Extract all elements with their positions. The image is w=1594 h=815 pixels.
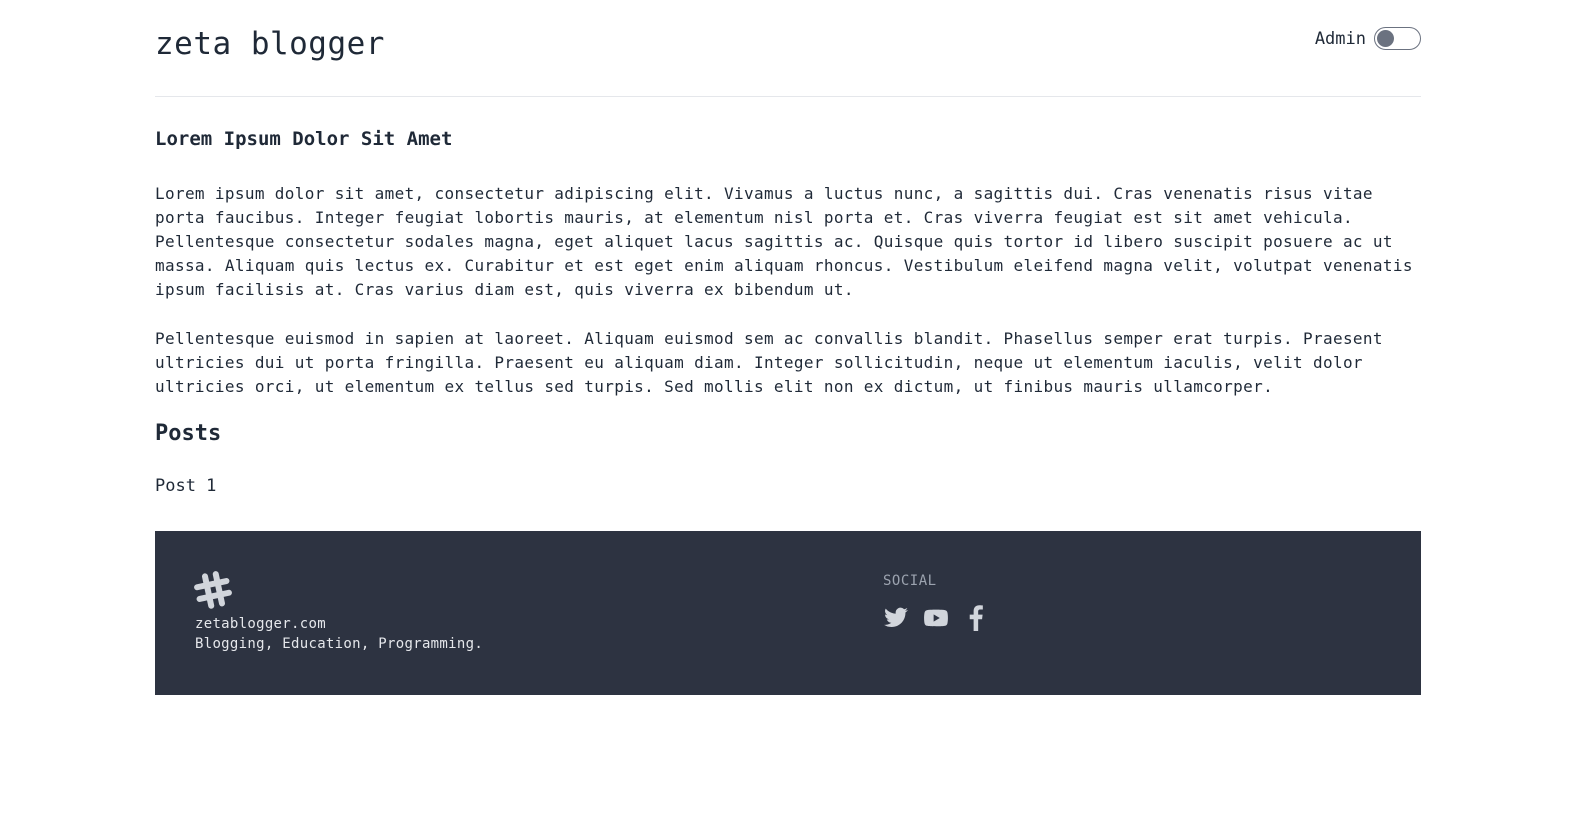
footer-domain: zetablogger.com	[195, 616, 326, 632]
hashtag-icon	[194, 571, 232, 609]
admin-label: Admin	[1314, 28, 1366, 49]
article-title: Lorem Ipsum Dolor Sit Amet	[155, 128, 453, 150]
footer-tagline: Blogging, Education, Programming.	[195, 636, 484, 652]
article-paragraph: Pellentesque euismod in sapien at laoree…	[155, 329, 1383, 396]
site-title[interactable]: zeta blogger	[155, 26, 385, 62]
youtube-icon[interactable]	[923, 605, 949, 631]
site-header: zeta blogger Admin	[155, 0, 1421, 97]
admin-switch[interactable]	[1374, 27, 1421, 50]
site-footer: zetablogger.com Blogging, Education, Pro…	[155, 531, 1421, 695]
social-heading: SOCIAL	[883, 573, 937, 589]
admin-toggle[interactable]: Admin	[1315, 27, 1421, 50]
posts-heading: Posts	[155, 421, 222, 446]
social-icons	[883, 605, 989, 631]
switch-knob	[1377, 30, 1394, 47]
article-paragraph: Lorem ipsum dolor sit amet, consectetur …	[155, 184, 1413, 299]
facebook-icon[interactable]	[963, 605, 989, 631]
page-container: zeta blogger Admin Lorem Ipsum Dolor Sit…	[155, 0, 1421, 496]
post-link[interactable]: Post 1	[155, 476, 216, 496]
twitter-icon[interactable]	[883, 605, 909, 631]
